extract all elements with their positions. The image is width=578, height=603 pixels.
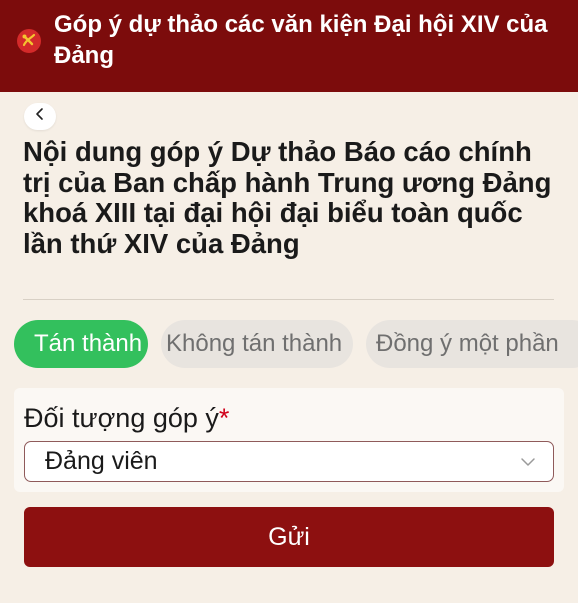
opinion-options: Tán thành Không tán thành Đồng ý một phầ…	[0, 318, 578, 370]
required-star: *	[218, 403, 230, 433]
option-partial-chip[interactable]: Đồng ý một phần	[366, 320, 578, 368]
subject-field-label: Đối tượng góp ý*	[24, 402, 229, 434]
chevron-left-icon	[33, 107, 47, 126]
party-emblem-icon	[16, 28, 42, 54]
app-header: Góp ý dự thảo các văn kiện Đại hội XIV c…	[0, 0, 578, 92]
divider	[23, 299, 554, 300]
chevron-down-icon	[519, 453, 537, 471]
option-disapprove-chip[interactable]: Không tán thành	[161, 320, 353, 368]
page-title: Nội dung góp ý Dự thảo Báo cáo chính trị…	[23, 136, 552, 259]
subject-select-value: Đảng viên	[45, 447, 158, 475]
submit-button[interactable]: Gửi	[24, 507, 554, 567]
option-approve-chip[interactable]: Tán thành	[14, 320, 148, 368]
header-title: Góp ý dự thảo các văn kiện Đại hội XIV c…	[54, 11, 548, 69]
subject-label-text: Đối tượng góp ý	[24, 403, 219, 433]
back-button[interactable]	[24, 103, 56, 130]
subject-select[interactable]: Đảng viên	[24, 441, 554, 482]
